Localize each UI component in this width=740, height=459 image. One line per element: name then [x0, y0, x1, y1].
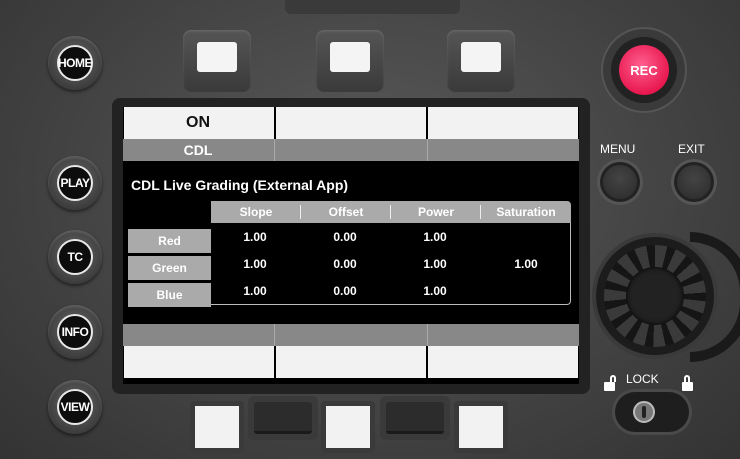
- play-button-label: PLAY: [57, 165, 93, 201]
- view-button-label: VIEW: [57, 389, 93, 425]
- menu-label: MENU: [600, 142, 636, 156]
- red-slope: 1.00: [243, 230, 267, 244]
- menu-button[interactable]: [600, 162, 640, 202]
- column-header-saturation: Saturation: [481, 201, 571, 223]
- view-button[interactable]: VIEW: [48, 380, 102, 434]
- lock-label: LOCK: [626, 372, 659, 386]
- lcd-screen: ON CDL CDL Live Grading (External App) S…: [123, 107, 579, 384]
- camera-control-panel: HOME PLAY TC INFO VIEW ON CDL CDL Live G…: [0, 0, 740, 459]
- red-offset: 0.00: [333, 230, 357, 244]
- blue-slope: 1.00: [243, 284, 267, 298]
- bottom-function-key-2[interactable]: [248, 396, 318, 440]
- bottom-function-key-4[interactable]: [380, 396, 450, 440]
- cdl-table: Slope Offset Power Saturation Red Green …: [123, 201, 573, 314]
- bottom-function-key-5[interactable]: [454, 401, 508, 453]
- info-button-label: INFO: [57, 314, 93, 350]
- column-header-power: Power: [391, 201, 481, 223]
- row-label-green: Green: [128, 256, 211, 280]
- bottom-label-strip: [123, 324, 579, 346]
- blue-power: 1.00: [423, 284, 447, 298]
- blue-offset: 0.00: [333, 284, 357, 298]
- green-slope: 1.00: [243, 257, 267, 271]
- softkey-bottom-3[interactable]: [428, 346, 578, 378]
- column-header-offset: Offset: [301, 201, 391, 223]
- softkey-bottom-1[interactable]: [124, 346, 274, 378]
- play-button[interactable]: PLAY: [48, 156, 102, 210]
- top-function-key-3[interactable]: [447, 30, 515, 92]
- tc-button[interactable]: TC: [48, 230, 102, 284]
- tc-button-label: TC: [57, 239, 93, 275]
- top-function-key-2[interactable]: [316, 30, 384, 92]
- red-power: 1.00: [423, 230, 447, 244]
- row-label-red: Red: [128, 229, 211, 253]
- row-label-blue: Blue: [128, 283, 211, 307]
- exit-label: EXIT: [678, 142, 705, 156]
- bottom-softkey-row: [123, 346, 579, 378]
- info-button[interactable]: INFO: [48, 305, 102, 359]
- softkey-on-label: ON: [186, 114, 210, 131]
- saturation-value: 1.00: [514, 257, 538, 271]
- rec-button[interactable]: REC: [611, 37, 677, 103]
- softkey-bottom-2[interactable]: [276, 346, 426, 378]
- home-button[interactable]: HOME: [48, 36, 102, 90]
- green-offset: 0.00: [333, 257, 357, 271]
- top-notch: [285, 0, 460, 14]
- padlock-closed-icon: [682, 375, 693, 391]
- menu-name: CDL: [183, 142, 213, 158]
- exit-button[interactable]: [674, 162, 714, 202]
- bottom-function-key-1[interactable]: [190, 401, 244, 453]
- softkey-top-3[interactable]: [428, 107, 578, 139]
- column-header-slope: Slope: [211, 201, 301, 223]
- softkey-top-2[interactable]: [276, 107, 426, 139]
- rec-button-label: REC: [619, 45, 669, 95]
- green-power: 1.00: [423, 257, 447, 271]
- home-button-label: HOME: [57, 45, 93, 81]
- bottom-function-key-3[interactable]: [321, 401, 375, 453]
- page-title: CDL Live Grading (External App): [131, 177, 349, 193]
- lock-switch[interactable]: [615, 392, 689, 432]
- top-function-key-1[interactable]: [183, 30, 251, 92]
- jog-dial-icon[interactable]: [596, 237, 714, 355]
- lock-switch-knob[interactable]: [633, 401, 655, 423]
- padlock-open-icon: [604, 375, 616, 391]
